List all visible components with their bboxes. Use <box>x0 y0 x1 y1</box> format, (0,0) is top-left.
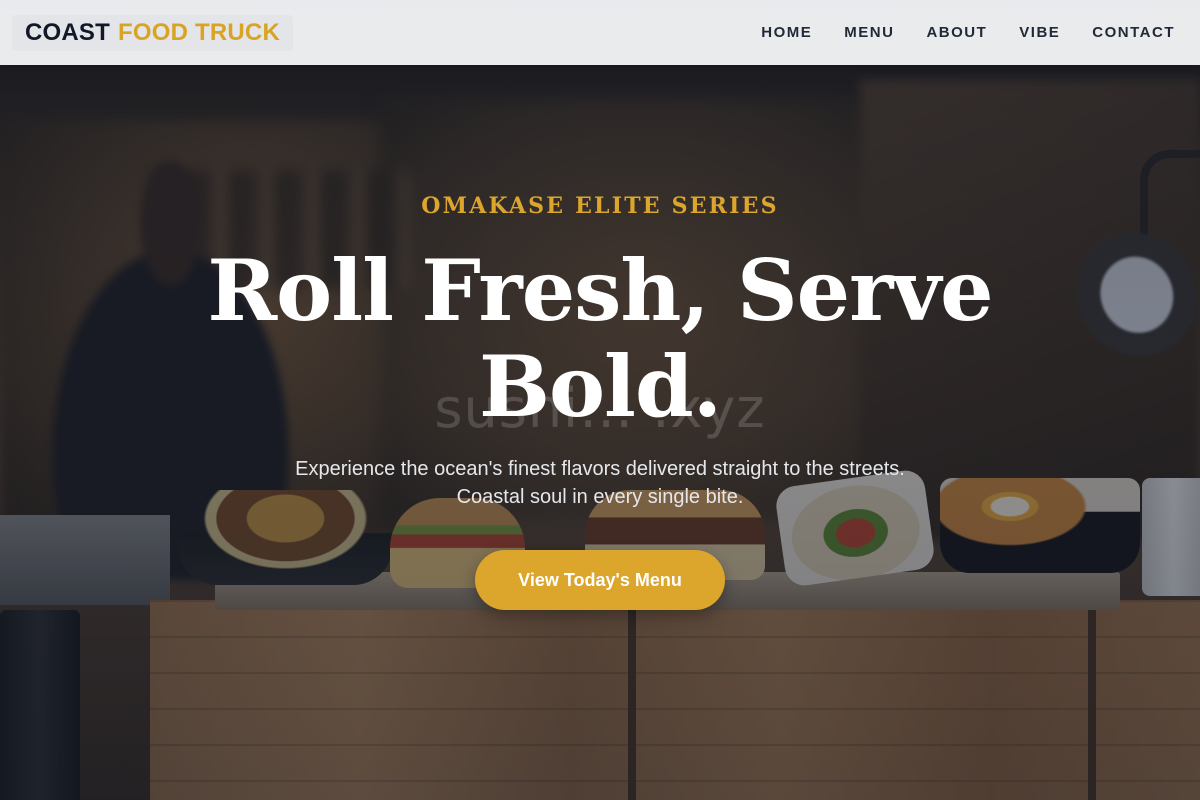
hero-description-line1: Experience the ocean's finest flavors de… <box>295 458 905 480</box>
page: COAST FOOD TRUCK HOME MENU ABOUT VIBE CO… <box>0 0 1200 800</box>
nav-item-about[interactable]: ABOUT <box>926 24 987 41</box>
nav-item-home[interactable]: HOME <box>761 24 812 41</box>
hero-section: OMAKASE ELITE SERIES Roll Fresh, Serve B… <box>0 65 1200 800</box>
hero-kicker: OMAKASE ELITE SERIES <box>421 193 779 219</box>
hero-description: Experience the ocean's finest flavors de… <box>240 455 960 511</box>
main-nav: HOME MENU ABOUT VIBE CONTACT <box>761 24 1188 41</box>
nav-item-menu[interactable]: MENU <box>844 24 894 41</box>
site-header: COAST FOOD TRUCK HOME MENU ABOUT VIBE CO… <box>0 0 1200 65</box>
nav-item-vibe[interactable]: VIBE <box>1019 24 1060 41</box>
hero-description-line2: Coastal soul in every single bite. <box>456 486 744 508</box>
view-menu-button[interactable]: View Today's Menu <box>475 550 725 610</box>
brand-logo[interactable]: COAST FOOD TRUCK <box>12 14 293 51</box>
brand-name-primary: COAST <box>25 18 110 46</box>
brand-name-accent: FOOD TRUCK <box>118 18 280 46</box>
hero-headline-line1: Roll Fresh, Serve <box>207 241 993 340</box>
watermark: sushi… .xyz <box>434 377 766 440</box>
nav-item-contact[interactable]: CONTACT <box>1092 24 1175 41</box>
